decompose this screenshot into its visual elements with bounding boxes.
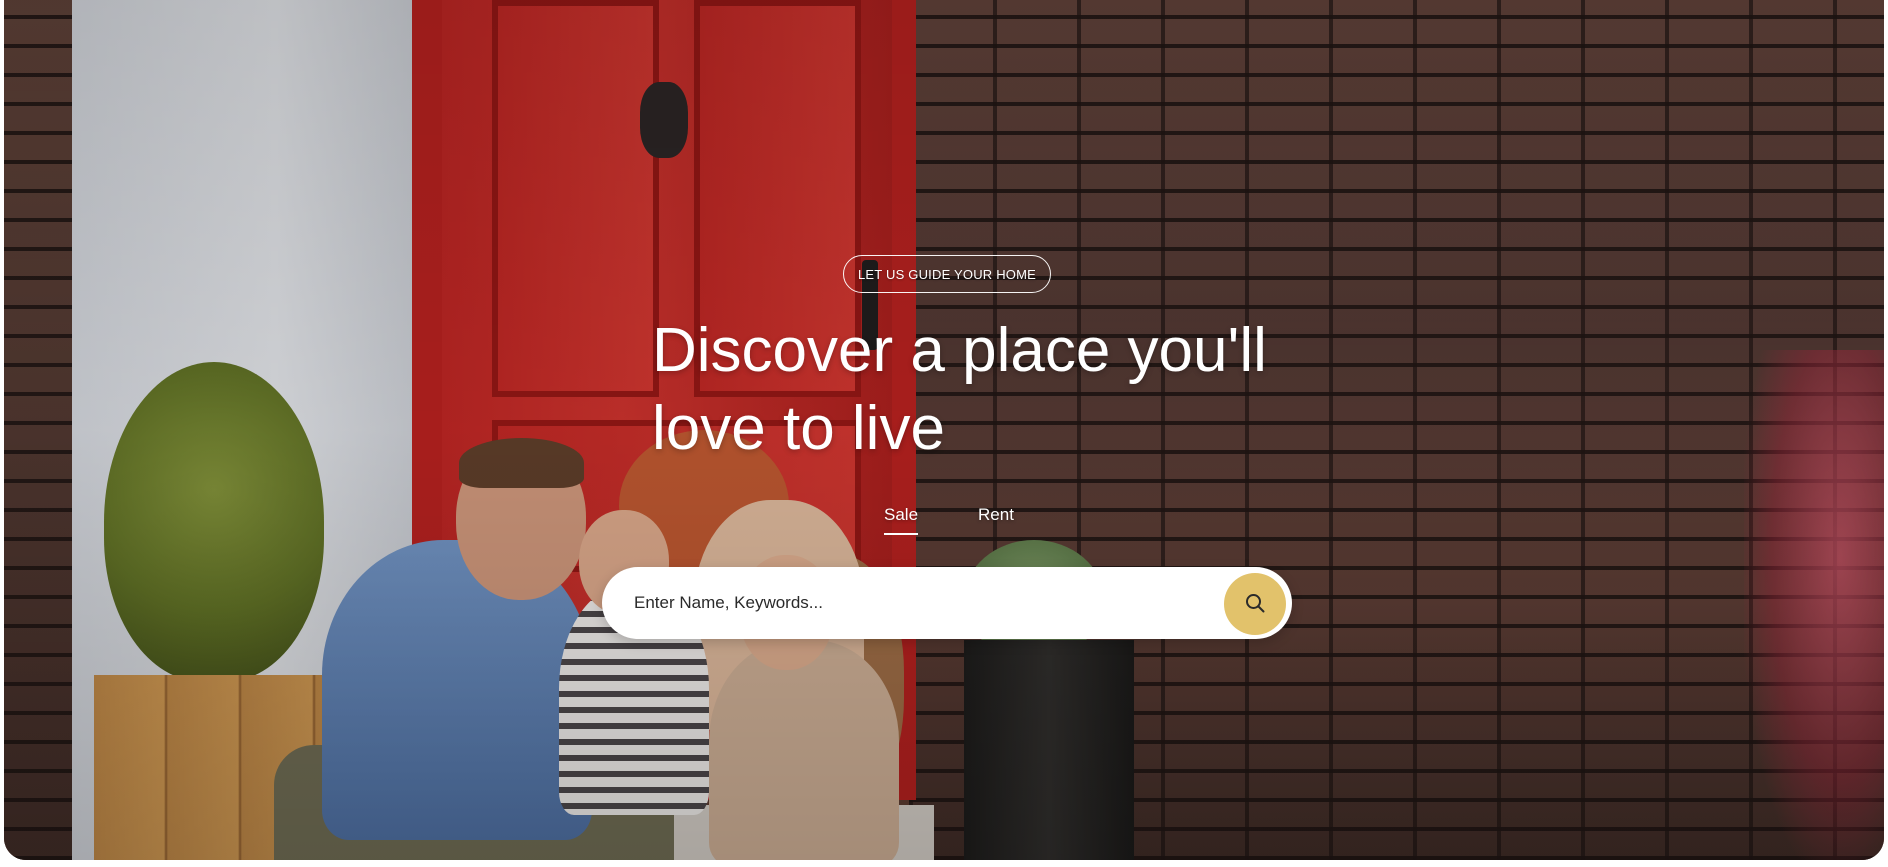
search-button[interactable] bbox=[1224, 573, 1286, 635]
hero-tagline-badge: LET US GUIDE YOUR HOME bbox=[843, 255, 1051, 293]
hero-section: LET US GUIDE YOUR HOME Discover a place … bbox=[4, 0, 1884, 860]
listing-type-tabs: Sale Rent bbox=[884, 505, 1014, 535]
tab-rent[interactable]: Rent bbox=[978, 505, 1014, 535]
tab-sale[interactable]: Sale bbox=[884, 505, 919, 535]
search-bar bbox=[602, 567, 1292, 639]
hero-headline: Discover a place you'll love to live bbox=[652, 316, 1267, 463]
search-input[interactable] bbox=[632, 592, 1196, 614]
search-icon bbox=[1244, 592, 1266, 617]
